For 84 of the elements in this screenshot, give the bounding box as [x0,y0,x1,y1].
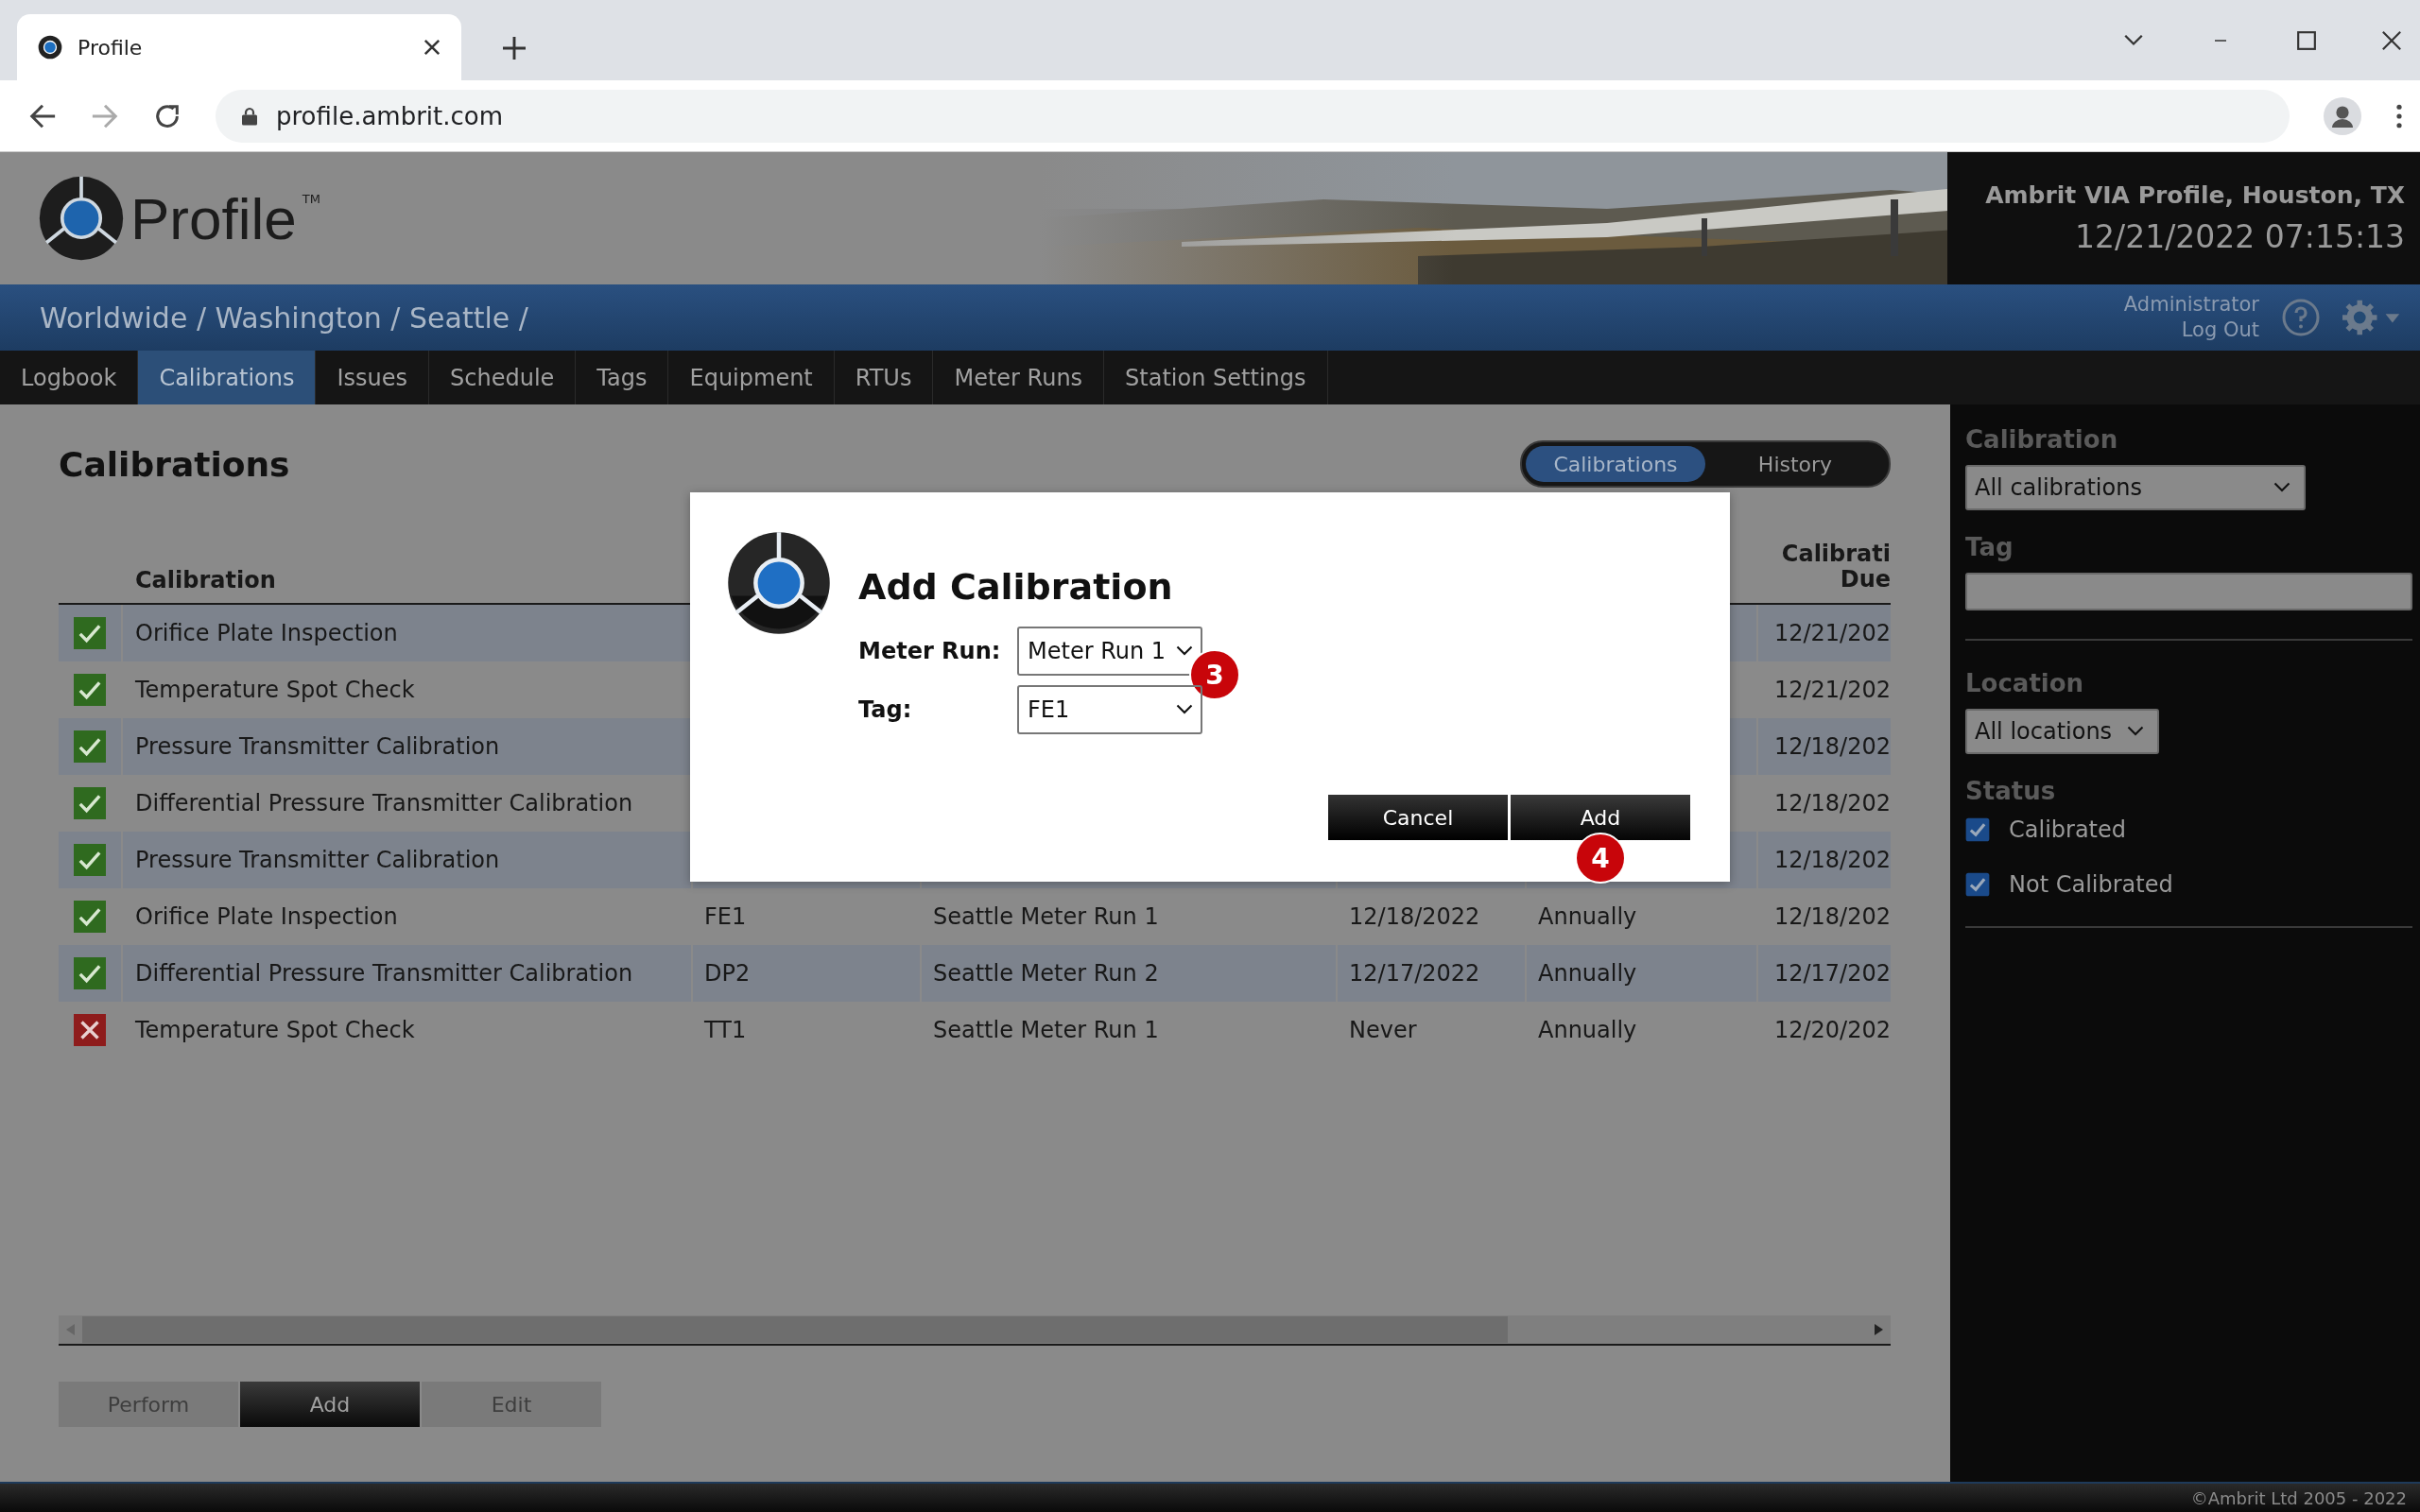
date-time: 12/21/2022 07:15:13 [2075,218,2405,255]
nav-tab[interactable]: Calibrations [138,351,317,404]
scroll-right-icon[interactable] [1875,1324,1883,1335]
step-badge: 3 [1189,649,1240,700]
table-cell: 12/18/2022 [1349,903,1480,930]
column-header[interactable]: Calibration [135,567,276,593]
profile-icon[interactable] [2324,96,2361,135]
trademark-mark: TM [302,192,320,206]
browser-tab[interactable]: Profile [17,14,461,80]
table-cell: Orifice Plate Inspection [135,903,398,930]
logo-text: Profile [130,184,297,252]
table-cell: Pressure Transmitter Calibration [135,733,500,760]
table-cell: Differential Pressure Transmitter Calibration [135,960,633,987]
step-badge: 4 [1575,833,1626,884]
more-icon[interactable] [2395,103,2403,129]
table-cell: Annually [1538,960,1637,987]
dialog-title: Add Calibration [858,566,1174,608]
chevron-down-icon[interactable] [2123,33,2144,47]
table-cell: Never [1349,1017,1417,1043]
table-cell: 12/21/202 [1773,620,1891,646]
table-cell: Temperature Spot Check [135,1017,415,1043]
dialog-button[interactable]: Add [1511,795,1690,840]
maximize-icon[interactable] [2297,30,2316,50]
page-title: Calibrations [59,444,290,484]
toggle-tab[interactable]: History [1705,446,1885,482]
filter-label: Calibration [1965,425,2118,454]
site-name: Ambrit VIA Profile, Houston, TX [1985,181,2405,209]
tab-title: Profile [78,35,144,60]
close-icon[interactable] [424,39,441,56]
action-button[interactable]: Add [240,1382,420,1427]
chevron-down-icon [2273,482,2290,493]
tag-field[interactable] [1965,573,2412,610]
checkbox[interactable] [1965,817,1990,842]
calibration-select[interactable]: All calibrations [1965,465,2306,510]
breadcrumb: Worldwide / Washington / Seattle / [40,301,529,335]
select-field[interactable]: FE1 [1017,685,1202,734]
table-cell: DP2 [704,960,751,987]
address-bar[interactable]: profile.ambrit.com [216,89,2290,143]
table-cell: FE1 [704,903,747,930]
table-cell: Differential Pressure Transmitter Calibration [135,790,633,816]
filter-label: Location [1965,669,2084,697]
table-cell: 12/18/202 [1773,847,1891,873]
chevron-down-icon [1176,645,1193,657]
logo-icon [38,35,62,60]
table-cell: 12/18/202 [1773,790,1891,816]
checkbox-label: Not Calibrated [2009,871,2173,898]
field-label: Meter Run: [858,638,1001,664]
column-header[interactable]: Calibrati Due [1781,541,1891,593]
chevron-down-icon [1176,704,1193,715]
table-cell: Seattle Meter Run 1 [933,1017,1159,1043]
table-cell: Annually [1538,1017,1637,1043]
field-label: Tag: [858,696,912,723]
table-cell: Pressure Transmitter Calibration [135,847,500,873]
table-cell: Orifice Plate Inspection [135,620,398,646]
table-cell: TT1 [704,1017,747,1043]
chevron-down-icon [2127,726,2145,737]
logo-icon [38,175,125,262]
table-cell: 12/18/202 [1773,903,1891,930]
table-cell: 12/20/202 [1773,1017,1891,1043]
checkbox-label: Calibrated [2009,816,2127,843]
close-icon[interactable] [2382,30,2401,50]
table-cell: Seattle Meter Run 2 [933,960,1159,987]
table-cell: Annually [1538,903,1637,930]
new-tab-icon[interactable] [503,37,526,60]
table-cell: Temperature Spot Check [135,677,415,703]
lock-icon [242,106,257,126]
toggle-tab[interactable]: Calibrations [1526,446,1705,482]
logout-link[interactable]: Log Out [2181,318,2259,344]
dialog-button[interactable]: Cancel [1328,795,1508,840]
table-cell: 12/17/2022 [1349,960,1480,987]
filter-label: Tag [1965,533,2014,561]
checkbox[interactable] [1965,872,1990,897]
copyright: ©Ambrit Ltd 2005 - 2022 [2190,1487,2407,1508]
table-cell: 12/18/202 [1773,733,1891,760]
location-select[interactable]: All locations [1965,709,2160,754]
help-icon[interactable] [2282,299,2320,336]
filter-label: Status [1965,777,2056,805]
horizontal-scrollbar[interactable] [59,1315,1891,1346]
table-cell: 12/17/202 [1773,960,1891,987]
select-field[interactable]: Meter Run 1 [1017,627,1202,676]
table-cell: 12/21/202 [1773,677,1891,703]
table-cell: Seattle Meter Run 1 [933,903,1159,930]
user-name: Administrator [2123,291,2259,318]
logo-icon [726,530,832,636]
